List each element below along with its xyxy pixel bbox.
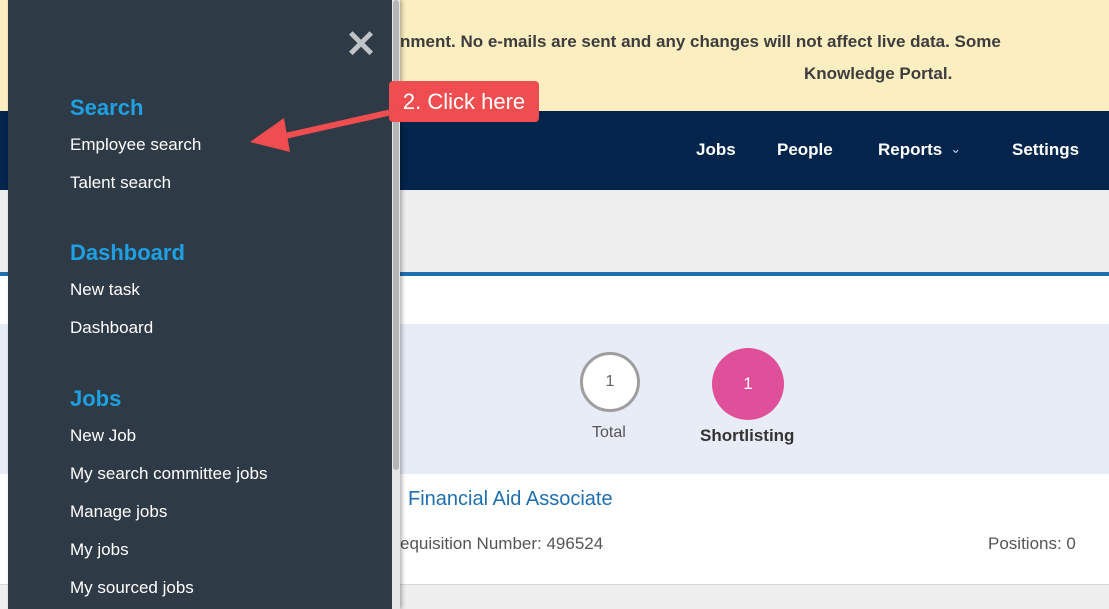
stat-total-count[interactable]: 1 (580, 352, 640, 412)
drawer-section-search: Search (70, 95, 144, 120)
nav-item-reports-label: Reports (878, 140, 943, 159)
drawer-item-talent-search[interactable]: Talent search (70, 173, 171, 193)
job-title-link[interactable]: Financial Aid Associate (408, 488, 613, 511)
banner-text-line2: Knowledge Portal. (804, 64, 953, 83)
nav-item-people[interactable]: People (777, 140, 833, 160)
drawer-item-dashboard[interactable]: Dashboard (70, 318, 153, 338)
chevron-down-icon: ⌄ (950, 141, 962, 156)
nav-item-reports[interactable]: Reports ⌄ (878, 140, 961, 160)
drawer-item-my-search-committee-jobs[interactable]: My search committee jobs (70, 464, 267, 484)
drawer-section-jobs: Jobs (70, 386, 122, 411)
drawer-item-my-jobs[interactable]: My jobs (70, 540, 129, 560)
job-positions-count: Positions: 0 (988, 534, 1076, 553)
drawer-item-new-task[interactable]: New task (70, 280, 140, 300)
nav-item-settings[interactable]: Settings (1012, 140, 1079, 160)
stat-shortlisting-label: Shortlisting (700, 426, 795, 445)
drawer-item-employee-search[interactable]: Employee search (70, 135, 201, 155)
stat-shortlisting-count[interactable]: 1 (712, 348, 784, 420)
banner-text-line1: nment. No e-mails are sent and any chang… (400, 32, 1001, 51)
stat-total-label: Total (592, 424, 626, 441)
drawer-section-dashboard: Dashboard (70, 240, 185, 265)
job-requisition-number: equisition Number: 496524 (400, 534, 604, 553)
drawer-scrollbar-thumb[interactable] (393, 0, 399, 470)
close-icon[interactable]: ✕ (344, 26, 378, 64)
tutorial-callout: 2. Click here (389, 81, 539, 122)
drawer-item-manage-jobs[interactable]: Manage jobs (70, 502, 167, 522)
navigation-drawer (8, 0, 400, 609)
drawer-item-my-sourced-jobs[interactable]: My sourced jobs (70, 578, 194, 598)
drawer-item-new-job[interactable]: New Job (70, 426, 136, 446)
nav-item-jobs[interactable]: Jobs (696, 140, 736, 160)
